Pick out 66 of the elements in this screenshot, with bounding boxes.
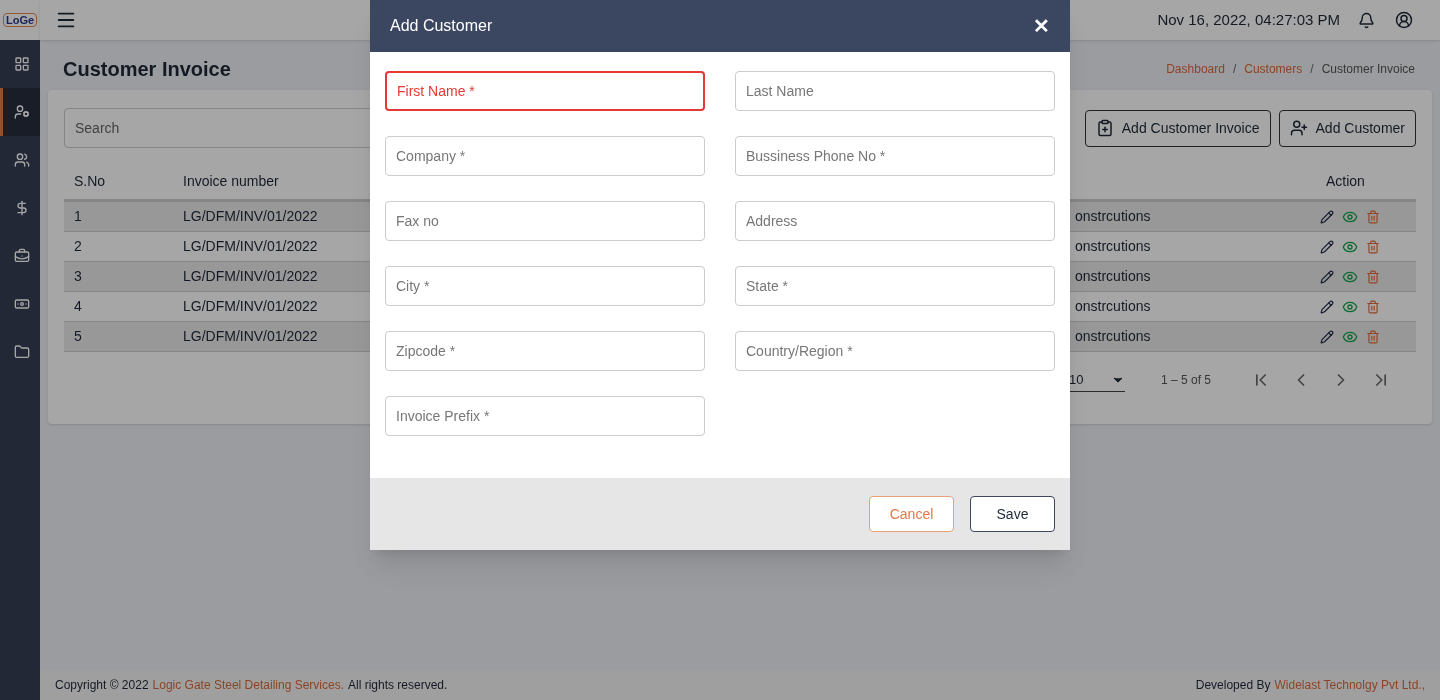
add-user-icon xyxy=(1289,119,1308,137)
action-button[interactable]: Add Customer xyxy=(1278,109,1416,147)
table-cell-text: 3 xyxy=(73,267,83,286)
edit-icon[interactable] xyxy=(1320,239,1334,254)
breadcrumb-separator: / xyxy=(1310,61,1314,78)
dialog-title: Add Customer xyxy=(390,16,493,36)
table-cell-text: onstrcutions xyxy=(1075,327,1152,346)
developer-text: Developed By xyxy=(1195,677,1271,694)
briefcase-icon xyxy=(13,248,30,264)
edit-icon[interactable] xyxy=(1320,269,1334,284)
input-field[interactable]: Country/Region * xyxy=(735,331,1055,371)
table-cell-text: LG/DFM/INV/01/2022 xyxy=(182,207,319,226)
user-gear-icon xyxy=(13,104,30,120)
breadcrumb-separator: / xyxy=(1232,61,1237,78)
table-cell-text: onstrcutions xyxy=(1075,207,1152,226)
table-cell-text: 1 xyxy=(73,207,83,226)
date-time: Nov 16, 2022, 04:27:03 PM xyxy=(1157,9,1340,30)
add-document-icon xyxy=(1095,119,1114,137)
table-cell-text: 5 xyxy=(73,327,83,346)
save-button[interactable]: Save xyxy=(970,496,1055,532)
input-field[interactable]: Company * xyxy=(385,136,705,176)
table-cell-text: onstrcutions xyxy=(1075,237,1152,256)
table-cell-text: 2 xyxy=(73,237,83,256)
breadcrumb-item: Customer Invoice xyxy=(1321,61,1415,78)
table-cell-text: LG/DFM/INV/01/2022 xyxy=(182,267,319,286)
trash-icon[interactable] xyxy=(1366,239,1380,254)
input-field[interactable]: Bussiness Phone No * xyxy=(735,136,1055,176)
input-field[interactable]: State * xyxy=(735,266,1055,306)
grid-icon xyxy=(13,56,30,72)
table-cell-text: onstrcutions xyxy=(1075,267,1152,286)
trash-icon[interactable] xyxy=(1366,299,1380,314)
edit-icon[interactable] xyxy=(1320,329,1334,344)
table-cell-text: LG/DFM/INV/01/2022 xyxy=(182,327,319,346)
table-cell-text: LG/DFM/INV/01/2022 xyxy=(182,237,319,256)
column-header: Action xyxy=(1325,172,1366,191)
banknote-icon xyxy=(13,296,30,312)
column-header: Invoice number xyxy=(182,172,280,191)
input-field[interactable]: First Name * xyxy=(385,71,705,111)
action-button[interactable]: Add Customer Invoice xyxy=(1084,109,1271,147)
trash-icon[interactable] xyxy=(1366,209,1380,224)
account-icon[interactable] xyxy=(1395,11,1413,29)
cancel-button[interactable]: Cancel xyxy=(869,496,954,532)
users-icon xyxy=(13,152,30,168)
table-cell-text: 4 xyxy=(73,297,83,316)
input-field[interactable]: Address xyxy=(735,201,1055,241)
folder-icon xyxy=(13,344,30,360)
input-field[interactable]: Fax no xyxy=(385,201,705,241)
copyright-text: Copyright © 2022 xyxy=(55,677,149,694)
input-field[interactable]: Last Name xyxy=(735,71,1055,111)
edit-icon[interactable] xyxy=(1320,299,1334,314)
trash-icon[interactable] xyxy=(1366,329,1380,344)
rights-text: All rights reserved. xyxy=(348,677,448,694)
input-field[interactable]: City * xyxy=(385,266,705,306)
column-header: S.No xyxy=(73,172,107,191)
input-field[interactable]: Invoice Prefix * xyxy=(385,396,705,436)
page-range: 1 – 5 of 5 xyxy=(1161,372,1212,389)
table-cell-text: LG/DFM/INV/01/2022 xyxy=(182,297,319,316)
edit-icon[interactable] xyxy=(1320,209,1334,224)
trash-icon[interactable] xyxy=(1366,269,1380,284)
page-title: Customer Invoice xyxy=(63,57,231,82)
sidebar-item[interactable] xyxy=(0,88,40,136)
logo[interactable]: LoGe xyxy=(2,13,38,27)
table-cell-text: onstrcutions xyxy=(1075,297,1152,316)
input-field[interactable]: Zipcode * xyxy=(385,331,705,371)
close-button[interactable]: ✕ xyxy=(1033,11,1050,41)
bell-icon[interactable] xyxy=(1358,11,1375,29)
